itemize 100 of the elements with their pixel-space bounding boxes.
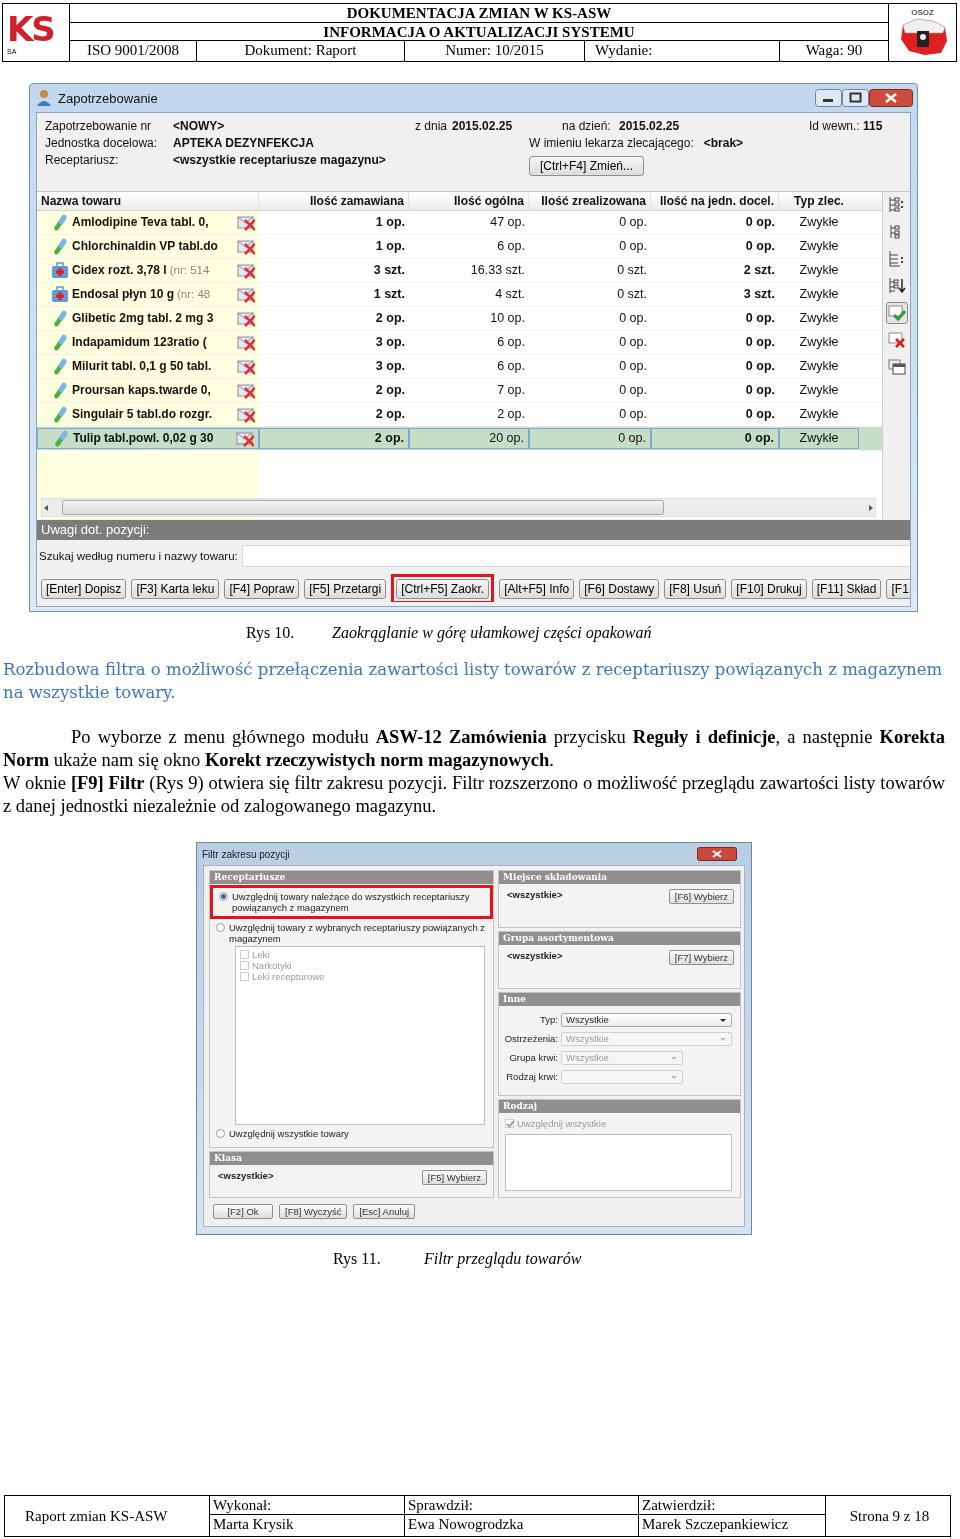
dropdown-arrow-icon [719, 1035, 727, 1042]
field-value: <brak> [703, 136, 744, 152]
field-label: na dzień: [562, 119, 612, 135]
table-cell-text: Zwykłe [798, 238, 840, 255]
figure-number: Rys 10. [246, 624, 296, 644]
action-button[interactable]: [F11] Skład [811, 579, 882, 599]
remarks-bar: Uwagi dot. pozycji: [37, 520, 910, 540]
product-name: Milurit tabl. 0,1 g 50 tabl. [72, 358, 212, 375]
table-cell-text: Zwykłe [798, 406, 840, 423]
table-cell-text: Zwykłe [798, 214, 840, 231]
sort-icon [887, 277, 906, 295]
search-field[interactable] [241, 545, 910, 567]
close-icon [869, 89, 913, 107]
table-cell-text: Zwykłe [798, 382, 840, 399]
arrow-left-icon [42, 503, 50, 512]
envelope-x-icon [237, 214, 255, 231]
user-icon [36, 89, 52, 107]
action-button[interactable]: [F3] Karta leku [131, 579, 220, 599]
dialog-button[interactable]: [F2] Ok [213, 1204, 273, 1219]
table-cell-text: 1 szt. [372, 286, 406, 303]
table-row[interactable]: Indapamidum 123ratio ( 3 op. 6 op. 0 op. 0 op. Zwykłe [37, 331, 882, 355]
person-name: Ewa Nowogrodzka [405, 1514, 638, 1533]
figure-caption: Zaokrąglanie w górę ułamkowej części opakowań [332, 624, 652, 644]
table-cell-text: 0 op. [744, 334, 776, 351]
table-cell-text: 3 op. [374, 358, 406, 375]
action-button[interactable]: [F10] Drukuj [731, 579, 807, 599]
table-cell-text: 3 op. [374, 334, 406, 351]
pill-icon [51, 405, 69, 424]
action-button[interactable]: [Ctrl+F5] Zaokr. [396, 579, 490, 599]
section-header: Receptariusze [210, 871, 493, 884]
medical-kit-icon [51, 261, 69, 280]
radio-button[interactable] [216, 1129, 225, 1139]
action-button[interactable]: [Alt+F5] Info [499, 579, 575, 599]
accept-icon [887, 304, 906, 322]
arrow-right-icon [867, 503, 875, 512]
table-cell-text: Zwykłe [798, 358, 840, 375]
action-button[interactable]: [F4] Popraw [224, 579, 300, 599]
pill-icon [51, 357, 69, 376]
action-button[interactable]: [F6] Dostawy [579, 579, 660, 599]
product-name: Glibetic 2mg tabl. 2 mg 3 [72, 310, 214, 327]
choose-button[interactable]: [F7] Wybierz [668, 950, 734, 965]
field-value: <wszystkie> [507, 950, 563, 961]
column-header: Typ zlec. [793, 193, 845, 210]
field-label: Id wewn.: [809, 119, 860, 133]
table-row[interactable]: Cidex rozt. 3,78 l (nr: 514 3 szt. 16.33 szt. 0 szt. 2 szt. Zwykłe [37, 259, 882, 283]
choose-button[interactable]: [F6] Wybierz [668, 889, 734, 904]
radio-button[interactable] [216, 923, 225, 932]
section-header: Rodzaj [499, 1100, 740, 1113]
table-row[interactable]: Milurit tabl. 0,1 g 50 tabl. 3 op. 6 op. 0 op. 0 op. Zwykłe [37, 355, 882, 379]
table-row[interactable]: Chlorchinaldin VP tabl.do 1 op. 6 op. 0 op. 0 op. Zwykłe [37, 235, 882, 259]
table-cell-text: 2 op. [374, 310, 406, 327]
field-label: Typ: [539, 1014, 558, 1025]
action-button[interactable]: [F1 [886, 579, 910, 599]
pill-icon [52, 429, 70, 448]
table-row[interactable]: Proursan kaps.twarde 0, 2 op. 7 op. 0 op. 0 op. Zwykłe [37, 379, 882, 403]
envelope-x-icon [237, 334, 255, 351]
check-icon [506, 1120, 515, 1128]
choose-button[interactable]: [F5] Wybierz [421, 1170, 487, 1185]
table-cell-text: 6 op. [496, 238, 526, 255]
radio-button[interactable] [219, 892, 228, 901]
envelope-x-icon [237, 310, 255, 327]
table-row[interactable]: Endosal płyn 10 g (nr: 48 1 szt. 4 szt. 0 szt. 3 szt. Zwykłe [37, 283, 882, 307]
dropdown[interactable]: Wszystkie [561, 1012, 732, 1027]
field-label: Receptariusz: [45, 153, 120, 169]
close-icon [697, 847, 737, 861]
page-number: Strona 9 z 18 [849, 1507, 930, 1525]
envelope-x-icon [236, 430, 254, 447]
table-cell-text: 2 op. [496, 406, 526, 423]
action-button[interactable]: [Enter] Dopisz [41, 579, 127, 599]
scrollbar[interactable] [41, 498, 876, 517]
radio-label: Uwzględnij towary należące do wszystkich receptariuszy powiązanych z magazynem [232, 891, 471, 913]
table-cell-text: 47 op. [489, 214, 526, 231]
window-title: Zapotrzebowanie [58, 90, 158, 106]
reject-icon [887, 331, 906, 349]
dropdown-arrow-icon [719, 1016, 727, 1023]
envelope-x-icon [237, 406, 255, 423]
toolbar-button[interactable] [885, 356, 908, 378]
header-field: Wydanie: [585, 41, 780, 61]
pill-icon [51, 333, 69, 352]
table-cell: 0 op. [529, 428, 651, 449]
pill-icon [51, 381, 69, 400]
action-button[interactable]: [F5] Przetargi [304, 579, 387, 599]
table-row[interactable]: Amlodipine Teva tabl. 0, 1 op. 47 op. 0 op. 0 op. Zwykłe [37, 211, 882, 235]
pill-icon [51, 213, 69, 232]
table-row[interactable]: Glibetic 2mg tabl. 2 mg 3 2 op. 10 op. 0 op. 0 op. Zwykłe [37, 307, 882, 331]
envelope-x-icon [237, 286, 255, 303]
action-button[interactable]: [F8] Usuń [664, 579, 727, 599]
envelope-x-icon [237, 238, 255, 255]
dropdown-arrow-icon [670, 1054, 678, 1061]
table-cell-text: 0 op. [744, 358, 776, 375]
table-cell-text: 4 szt. [494, 286, 526, 303]
change-button[interactable]: [Ctrl+F4] Zmień... [529, 156, 645, 176]
table-cell-text: 3 szt. [742, 286, 776, 303]
table-cell-text: 7 op. [496, 382, 526, 399]
table-row[interactable]: Tulip tabl.powl. 0,02 g 30 2 op. 20 op. 0 op. 0 op. Zwykłe [37, 427, 882, 451]
dialog-button[interactable]: [F8] Wyczyść [279, 1204, 348, 1219]
product-number: (nr: 48 [177, 287, 211, 302]
pill-icon [51, 237, 69, 256]
dialog-button[interactable]: [Esc] Anuluj [353, 1204, 416, 1219]
product-number: (nr: 514 [169, 263, 210, 278]
